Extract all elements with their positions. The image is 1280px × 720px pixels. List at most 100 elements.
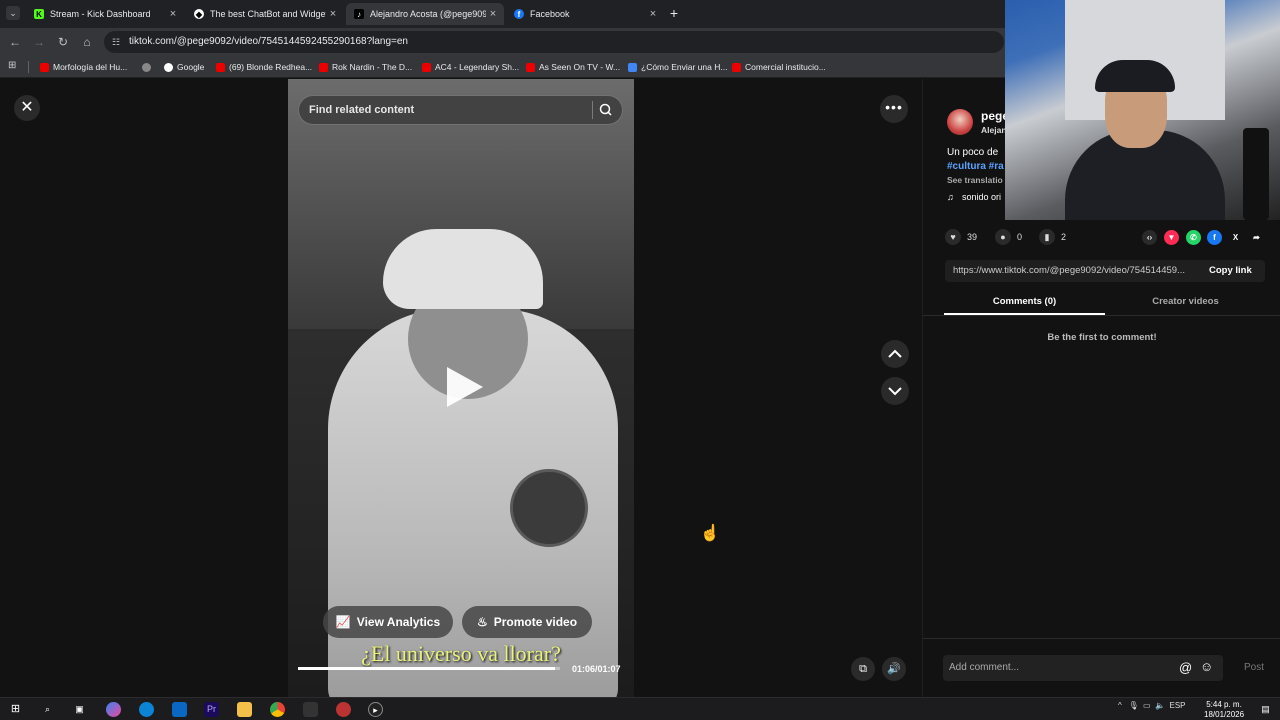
store-icon[interactable] [172, 702, 187, 717]
chrome-icon[interactable] [270, 702, 285, 717]
video-progress-fill [298, 667, 555, 670]
youtube-icon [319, 62, 328, 72]
previous-video-icon[interactable] [881, 340, 909, 368]
facebook-icon: f [514, 9, 524, 19]
pip-icon[interactable]: ⧉ [851, 657, 875, 681]
tray-chevron-icon[interactable]: ^ [1118, 701, 1122, 710]
chart-icon: 📈 [335, 615, 351, 629]
microphone-icon[interactable]: 🎙 [1128, 701, 1138, 710]
close-icon[interactable]: ✕ [14, 95, 40, 121]
windows-start-icon[interactable]: ⊞ [8, 702, 23, 717]
search-placeholder: Find related content [309, 104, 415, 116]
hashtags[interactable]: #cultura #ra [947, 161, 1004, 172]
task-view-icon[interactable]: ▣ [72, 702, 87, 717]
tab-comments[interactable]: Comments (0) [944, 296, 1105, 307]
close-tab-icon[interactable]: × [166, 8, 180, 20]
forward-icon[interactable]: → [32, 35, 46, 49]
bookmark-item[interactable]: Google [164, 60, 204, 74]
empty-comments-message: Be the first to comment! [1047, 332, 1157, 343]
tab-creator-videos[interactable]: Creator videos [1105, 296, 1266, 307]
embed-icon[interactable]: ‹› [1142, 230, 1157, 245]
save-stat[interactable]: ▮ 2 [1039, 229, 1066, 245]
copy-link-button[interactable]: Copy link [1209, 265, 1252, 276]
copilot-icon[interactable] [106, 702, 121, 717]
bookmark-item[interactable]: ¿Cómo Enviar una H... [628, 60, 727, 74]
system-clock[interactable]: 5:44 p. m. 18/01/2026 [1204, 700, 1244, 720]
notifications-icon[interactable]: ▤ [1258, 702, 1273, 717]
address-bar[interactable]: ☷ tiktok.com/@pege9092/video/75451445924… [104, 31, 1004, 53]
video-caption: Un poco de [947, 147, 999, 158]
bookmark-item[interactable]: (69) Blonde Redhea... [216, 60, 312, 74]
promote-video-button[interactable]: ♨ Promote video [462, 606, 592, 638]
clock-time: 5:44 p. m. [1206, 700, 1242, 709]
browser-tab-kick[interactable]: K Stream - Kick Dashboard × [26, 3, 184, 25]
volume-icon[interactable]: 🔊 [882, 657, 906, 681]
language-indicator[interactable]: ESP [1169, 701, 1185, 710]
next-video-icon[interactable] [881, 377, 909, 405]
volume-icon[interactable]: 🔈 [1155, 701, 1165, 710]
tab-title: Alejandro Acosta (@pege9092) [370, 9, 486, 19]
tab-title: Stream - Kick Dashboard [50, 9, 151, 19]
facebook-share-icon[interactable]: f [1207, 230, 1222, 245]
bookmark-label: Comercial institucio... [745, 62, 826, 72]
webcam-person-cap [1095, 60, 1175, 92]
bookmark-item[interactable]: Rok Nardin - The D... [319, 60, 412, 74]
bookmark-label: Morfología del Hu... [53, 62, 128, 72]
browser-tab-facebook[interactable]: f Facebook × [506, 3, 664, 25]
network-icon[interactable]: ▭ [1143, 701, 1151, 710]
close-tab-icon[interactable]: × [486, 8, 500, 20]
search-input[interactable]: Find related content [298, 95, 623, 125]
search-icon[interactable]: ⌕ [40, 702, 55, 717]
promote-video-label: Promote video [493, 615, 578, 629]
browser-tab-tiktok[interactable]: ♪ Alejandro Acosta (@pege9092) × [346, 3, 504, 25]
docs-icon [628, 62, 637, 72]
recorder-icon[interactable]: ▸ [368, 702, 383, 717]
file-explorer-icon[interactable] [237, 702, 252, 717]
premiere-icon[interactable]: Pr [204, 702, 219, 717]
browser-tab-chatbot[interactable]: ◆ The best ChatBot and Widgets × [186, 3, 344, 25]
bookmark-label: AC4 - Legendary Sh... [435, 62, 520, 72]
close-tab-icon[interactable]: × [646, 8, 660, 20]
os-taskbar: ⊞ ⌕ ▣ Pr ▸ ^ 🎙 ▭ 🔈 ESP 5:44 p. m. 18/01/… [0, 697, 1280, 720]
tab-list-icon[interactable]: ⌄ [6, 6, 20, 20]
bookmark-item[interactable]: Morfología del Hu... [40, 60, 127, 74]
webcam-overlay [1005, 0, 1280, 220]
play-icon[interactable] [447, 367, 483, 407]
reload-icon[interactable]: ↻ [56, 35, 70, 49]
like-stat[interactable]: ♥ 39 [945, 229, 977, 245]
app-icon[interactable] [303, 702, 318, 717]
google-icon [164, 62, 173, 72]
close-tab-icon[interactable]: × [326, 8, 340, 20]
mention-icon[interactable]: @ [1179, 660, 1192, 675]
avatar[interactable] [947, 109, 973, 135]
webcam-speaker [1243, 128, 1269, 220]
globe-icon [142, 62, 151, 72]
bookmark-item[interactable]: AC4 - Legendary Sh... [422, 60, 519, 74]
bookmark-item[interactable]: As Seen On TV - W... [526, 60, 620, 74]
search-icon[interactable] [592, 101, 616, 119]
tab-title: The best ChatBot and Widgets [210, 9, 326, 19]
post-button[interactable]: Post [1244, 662, 1264, 673]
emoji-icon[interactable]: ☺ [1200, 659, 1213, 674]
view-analytics-button[interactable]: 📈 View Analytics [323, 606, 453, 638]
site-info-icon[interactable]: ☷ [112, 31, 120, 53]
back-icon[interactable]: ← [8, 35, 22, 49]
apps-icon[interactable]: ⊞ [8, 60, 16, 71]
bookmark-item[interactable] [142, 60, 155, 74]
share-arrow-icon[interactable]: ➦ [1249, 230, 1264, 245]
repost-icon[interactable]: ▼ [1164, 230, 1179, 245]
bookmark-item[interactable]: Comercial institucio... [732, 60, 826, 74]
comment-stat[interactable]: ● 0 [995, 229, 1022, 245]
edge-icon[interactable] [139, 702, 154, 717]
app-icon[interactable] [336, 702, 351, 717]
more-options-icon[interactable]: ••• [880, 95, 908, 123]
chatbot-icon: ◆ [194, 9, 204, 19]
home-icon[interactable]: ⌂ [80, 35, 94, 49]
see-translation-link[interactable]: See translatio [947, 175, 1003, 185]
sound-name[interactable]: sonido ori [962, 192, 1001, 202]
whatsapp-icon[interactable]: ✆ [1186, 230, 1201, 245]
video-patch [510, 469, 588, 547]
x-share-icon[interactable]: X [1228, 230, 1243, 245]
new-tab-button[interactable]: + [666, 5, 682, 21]
video-progress-bar[interactable] [298, 667, 560, 670]
